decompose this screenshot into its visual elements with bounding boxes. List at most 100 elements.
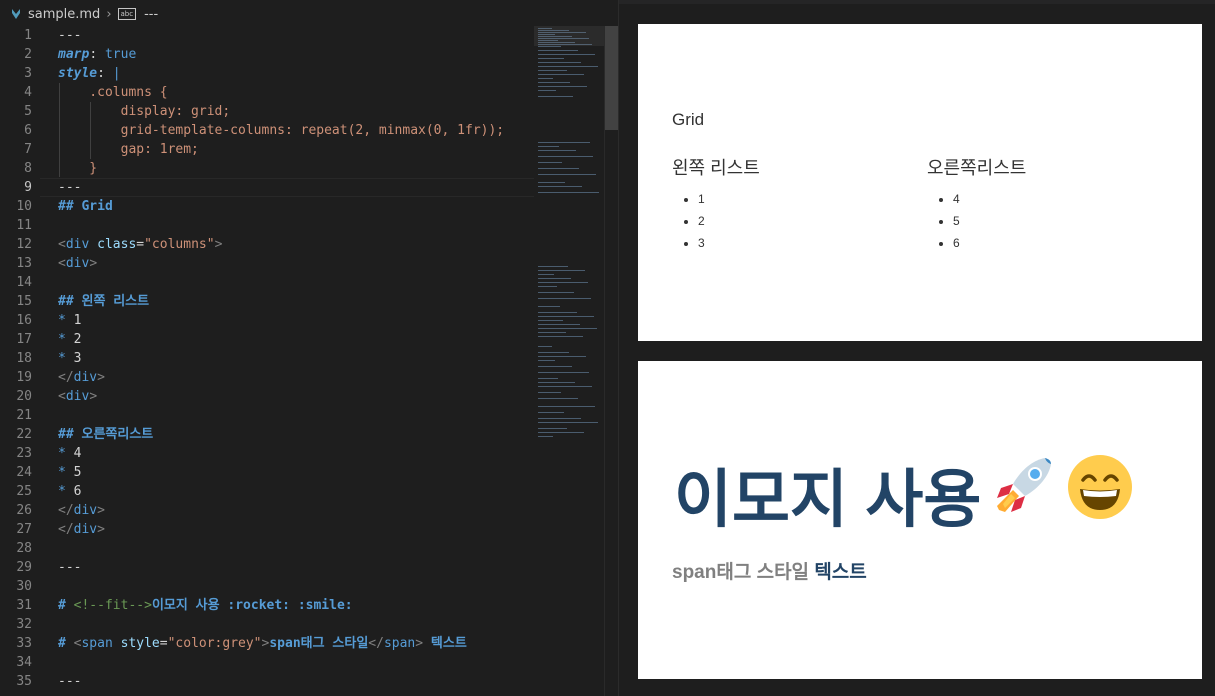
- symbol-string-icon[interactable]: abc: [117, 8, 137, 20]
- code-line[interactable]: 19 </div>: [0, 368, 534, 387]
- code-line[interactable]: 28: [0, 539, 534, 558]
- code-text[interactable]: grid-template-columns: repeat(2, minmax(…: [58, 121, 505, 140]
- code-text[interactable]: ---: [58, 558, 81, 577]
- code-text[interactable]: * 2: [58, 330, 81, 349]
- code-line[interactable]: 27 </div>: [0, 520, 534, 539]
- minimap[interactable]: [534, 26, 604, 696]
- code-line[interactable]: 8 }: [0, 159, 534, 178]
- code-text[interactable]: ## 오른쪽리스트: [58, 425, 153, 444]
- code-line[interactable]: 4 .columns {: [0, 83, 534, 102]
- code-line[interactable]: 2 marp: true: [0, 45, 534, 64]
- minimap-line: [538, 312, 577, 313]
- code-text[interactable]: <div class="columns">: [58, 235, 222, 254]
- code-text[interactable]: marp: true: [58, 45, 136, 64]
- code-line[interactable]: 29 ---: [0, 558, 534, 577]
- code-line[interactable]: 16 * 1: [0, 311, 534, 330]
- code-text[interactable]: ---: [58, 672, 81, 691]
- code-line[interactable]: 35 ---: [0, 672, 534, 691]
- code-line[interactable]: 33 # <span style="color:grey">span태그 스타일<…: [0, 634, 534, 653]
- code-line[interactable]: 3 style: |: [0, 64, 534, 83]
- minimap-line: [538, 54, 595, 55]
- code-line[interactable]: 15 ## 왼쪽 리스트: [0, 292, 534, 311]
- breadcrumb-symbol[interactable]: ---: [144, 7, 158, 22]
- line-number: 31: [16, 598, 32, 613]
- breadcrumb-file[interactable]: sample.md: [28, 7, 100, 22]
- code-text[interactable]: <div>: [58, 254, 97, 273]
- minimap-line: [538, 418, 581, 419]
- line-number: 14: [16, 275, 32, 290]
- minimap-line: [538, 270, 585, 271]
- list-item: 6: [953, 232, 1026, 254]
- code-line[interactable]: 32: [0, 615, 534, 634]
- code-text[interactable]: * 5: [58, 463, 81, 482]
- code-line[interactable]: 18 * 3: [0, 349, 534, 368]
- code-line[interactable]: 12 <div class="columns">: [0, 235, 534, 254]
- code-text[interactable]: * 4: [58, 444, 81, 463]
- slide-1: Grid 왼쪽 리스트 1 2 3 오른쪽리스트 4 5 6: [638, 24, 1202, 341]
- minimap-line: [538, 336, 583, 337]
- line-number: 33: [16, 636, 32, 651]
- minimap-line: [538, 146, 559, 147]
- chevron-right-icon: ›: [106, 6, 112, 22]
- code-line[interactable]: 21: [0, 406, 534, 425]
- code-line[interactable]: 34: [0, 653, 534, 672]
- code-line[interactable]: 17 * 2: [0, 330, 534, 349]
- code-line[interactable]: 7 gap: 1rem;: [0, 140, 534, 159]
- code-text[interactable]: display: grid;: [58, 102, 231, 121]
- code-line[interactable]: 22 ## 오른쪽리스트: [0, 425, 534, 444]
- code-line[interactable]: 6 grid-template-columns: repeat(2, minma…: [0, 121, 534, 140]
- minimap-line: [538, 278, 571, 279]
- minimap-line: [538, 428, 567, 429]
- code-line[interactable]: 13 <div>: [0, 254, 534, 273]
- code-text[interactable]: </div>: [58, 368, 105, 387]
- code-text[interactable]: gap: 1rem;: [58, 140, 199, 159]
- code-line[interactable]: 20 <div>: [0, 387, 534, 406]
- minimap-line: [538, 382, 575, 383]
- code-text[interactable]: * 6: [58, 482, 81, 501]
- minimap-line: [538, 412, 564, 413]
- code-line[interactable]: 31 # <!--fit-->이모지 사용 :rocket: :smile:: [0, 596, 534, 615]
- code-text[interactable]: ---: [58, 26, 81, 45]
- line-number: 34: [16, 655, 32, 670]
- code-text[interactable]: * 3: [58, 349, 81, 368]
- marp-preview-pane[interactable]: Grid 왼쪽 리스트 1 2 3 오른쪽리스트 4 5 6 이모지 사용: [618, 0, 1215, 696]
- slide-2-subtitle: span태그 스타일 텍스트: [672, 557, 867, 584]
- code-line[interactable]: 26 </div>: [0, 501, 534, 520]
- line-number: 18: [16, 351, 32, 366]
- editor-scrollbar[interactable]: [604, 26, 618, 696]
- line-number: 4: [24, 85, 32, 100]
- code-line[interactable]: 25 * 6: [0, 482, 534, 501]
- code-text[interactable]: .columns {: [58, 83, 167, 102]
- line-number: 11: [16, 218, 32, 233]
- code-text[interactable]: # <!--fit-->이모지 사용 :rocket: :smile:: [58, 596, 353, 615]
- code-text[interactable]: ## 왼쪽 리스트: [58, 292, 149, 311]
- code-line[interactable]: 23 * 4: [0, 444, 534, 463]
- code-text[interactable]: </div>: [58, 520, 105, 539]
- line-number: 9: [24, 180, 32, 195]
- minimap-slider[interactable]: [534, 26, 604, 46]
- code-line[interactable]: 1 ---: [0, 26, 534, 45]
- code-line[interactable]: 10 ## Grid: [0, 197, 534, 216]
- scrollbar-thumb[interactable]: [605, 26, 618, 130]
- code-text[interactable]: ## Grid: [58, 197, 113, 216]
- code-text[interactable]: # <span style="color:grey">span태그 스타일</s…: [58, 634, 467, 653]
- code-line[interactable]: 11: [0, 216, 534, 235]
- minimap-line: [538, 386, 592, 387]
- code-text[interactable]: style: |: [58, 64, 121, 83]
- code-line[interactable]: 30: [0, 577, 534, 596]
- code-text[interactable]: * 1: [58, 311, 81, 330]
- line-number: 30: [16, 579, 32, 594]
- code-text[interactable]: }: [58, 159, 97, 178]
- code-line[interactable]: 24 * 5: [0, 463, 534, 482]
- code-line[interactable]: 5 display: grid;: [0, 102, 534, 121]
- code-text[interactable]: ---: [58, 178, 81, 197]
- code-text[interactable]: <div>: [58, 387, 97, 406]
- smile-icon: [1067, 454, 1133, 535]
- code-line[interactable]: 14: [0, 273, 534, 292]
- grey-span-text: span태그 스타일: [672, 562, 810, 583]
- line-number: 21: [16, 408, 32, 423]
- code-text[interactable]: </div>: [58, 501, 105, 520]
- code-line[interactable]: 9 ---: [0, 178, 534, 197]
- minimap-line: [538, 182, 565, 183]
- editor-pane[interactable]: sample.md › abc --- 1 --- 2 marp: true 3 styl…: [0, 0, 618, 696]
